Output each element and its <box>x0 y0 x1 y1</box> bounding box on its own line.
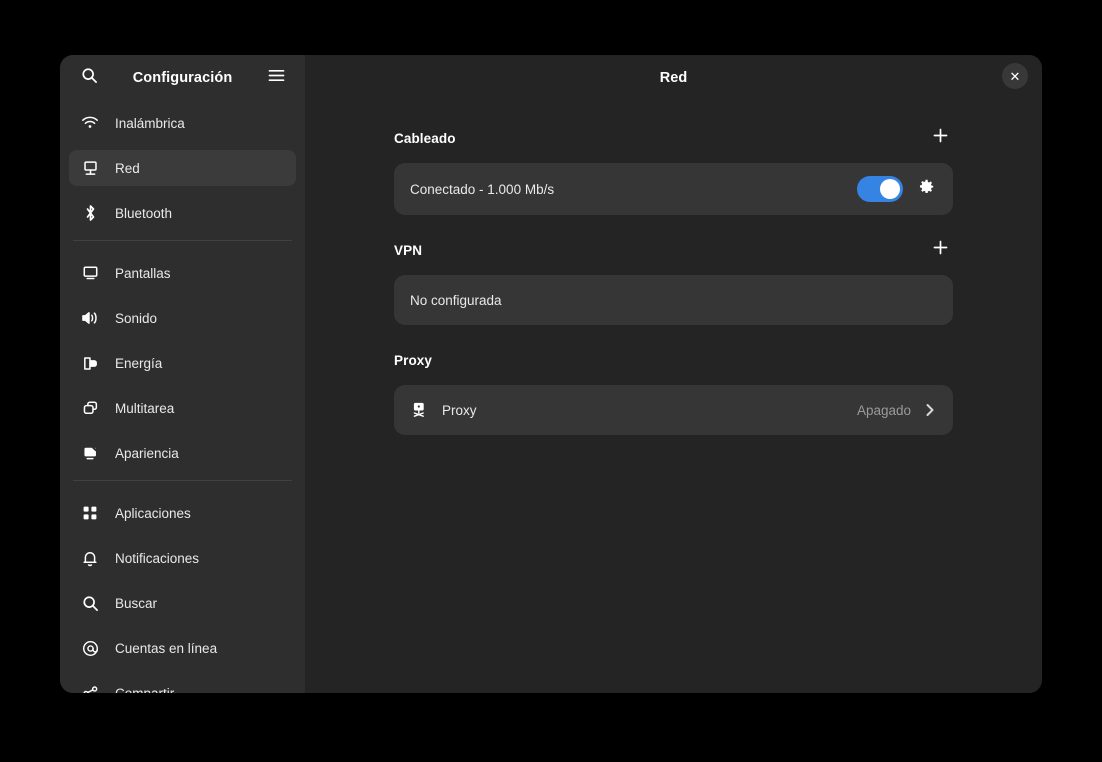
content-header: Red ✕ <box>305 55 1042 101</box>
sidebar-item-applications[interactable]: Aplicaciones <box>69 495 296 531</box>
sidebar-item-label: Sonido <box>115 310 158 326</box>
sidebar-item-network[interactable]: Red <box>69 150 296 186</box>
appearance-icon <box>79 443 101 463</box>
section-header: Cableado <box>394 121 953 155</box>
section-title: VPN <box>394 242 423 258</box>
at-sign-icon <box>79 638 101 658</box>
sidebar-item-label: Inalámbrica <box>115 115 185 131</box>
toggle-knob <box>880 179 900 199</box>
sidebar-item-multitasking[interactable]: Multitarea <box>69 390 296 426</box>
sidebar-item-label: Buscar <box>115 595 158 611</box>
sidebar-item-label: Multitarea <box>115 400 175 416</box>
page-title: Red <box>659 70 688 86</box>
add-wired-connection-button[interactable] <box>927 125 953 151</box>
wired-status-label: Conectado - 1.000 Mb/s <box>410 181 555 197</box>
sound-icon <box>79 308 101 328</box>
sidebar: Configuración Inalámbrica Red Bluetooth … <box>60 55 305 693</box>
wired-settings-button[interactable] <box>915 178 937 200</box>
sidebar-item-label: Compartir <box>115 685 175 694</box>
vpn-status-row: No configurada <box>394 275 953 325</box>
applications-icon <box>79 503 101 523</box>
bluetooth-icon <box>79 203 101 223</box>
sidebar-item-online-accounts[interactable]: Cuentas en línea <box>69 630 296 666</box>
close-button[interactable]: ✕ <box>1002 63 1028 89</box>
add-vpn-button[interactable] <box>927 237 953 263</box>
section-header: Proxy <box>394 343 953 377</box>
sidebar-item-wireless[interactable]: Inalámbrica <box>69 105 296 141</box>
sidebar-item-power[interactable]: Energía <box>69 345 296 381</box>
network-panel: Cableado Conectado - 1.000 Mb/s VPN No c… <box>305 101 1042 693</box>
search-icon <box>81 67 98 89</box>
content-area: Red ✕ Cableado Conectado - 1.000 Mb/s VP… <box>305 55 1042 693</box>
sidebar-separator <box>73 240 292 241</box>
wired-row-controls <box>857 176 937 202</box>
power-icon <box>79 353 101 373</box>
sidebar-item-label: Notificaciones <box>115 550 200 566</box>
sidebar-item-search[interactable]: Buscar <box>69 585 296 621</box>
proxy-row-controls: Apagado <box>857 402 937 418</box>
plus-icon <box>932 239 949 261</box>
sidebar-nav-list: Inalámbrica Red Bluetooth Pantallas Soni… <box>60 101 305 693</box>
section-title: Proxy <box>394 352 433 368</box>
share-icon <box>79 683 101 693</box>
section-proxy: Proxy Proxy Apagado <box>394 343 953 435</box>
close-icon: ✕ <box>1009 68 1021 84</box>
sidebar-item-label: Energía <box>115 355 163 371</box>
wired-connection-row[interactable]: Conectado - 1.000 Mb/s <box>394 163 953 215</box>
sidebar-item-label: Red <box>115 160 140 176</box>
sidebar-item-displays[interactable]: Pantallas <box>69 255 296 291</box>
section-vpn: VPN No configurada <box>394 233 953 325</box>
settings-window: Configuración Inalámbrica Red Bluetooth … <box>60 55 1042 693</box>
sidebar-item-label: Aplicaciones <box>115 505 191 521</box>
sidebar-item-appearance[interactable]: Apariencia <box>69 435 296 471</box>
proxy-label: Proxy <box>442 402 477 418</box>
sidebar-item-label: Bluetooth <box>115 205 173 221</box>
proxy-icon <box>410 401 428 419</box>
display-icon <box>79 263 101 283</box>
sidebar-item-notifications[interactable]: Notificaciones <box>69 540 296 576</box>
proxy-status-value: Apagado <box>856 402 911 418</box>
sidebar-header: Configuración <box>60 55 305 101</box>
proxy-row[interactable]: Proxy Apagado <box>394 385 953 435</box>
plus-icon <box>932 127 949 149</box>
chevron-right-icon[interactable] <box>923 402 937 418</box>
sidebar-item-label: Apariencia <box>115 445 179 461</box>
sidebar-item-label: Pantallas <box>115 265 171 281</box>
search-button[interactable] <box>74 63 104 93</box>
network-wired-icon <box>79 158 101 178</box>
gear-icon <box>917 178 935 201</box>
sidebar-item-sharing[interactable]: Compartir <box>69 675 296 693</box>
sidebar-item-sound[interactable]: Sonido <box>69 300 296 336</box>
sidebar-separator <box>73 480 292 481</box>
sidebar-item-bluetooth[interactable]: Bluetooth <box>69 195 296 231</box>
multitasking-icon <box>79 398 101 418</box>
vpn-status-label: No configurada <box>410 292 502 308</box>
search-icon <box>79 593 101 613</box>
section-header: VPN <box>394 233 953 267</box>
bell-icon <box>79 548 101 568</box>
hamburger-menu-icon <box>268 68 285 88</box>
wired-toggle[interactable] <box>857 176 903 202</box>
main-menu-button[interactable] <box>261 63 291 93</box>
wifi-icon <box>79 113 101 133</box>
section-title: Cableado <box>394 130 456 146</box>
section-wired: Cableado Conectado - 1.000 Mb/s <box>394 121 953 215</box>
sidebar-item-label: Cuentas en línea <box>115 640 218 656</box>
